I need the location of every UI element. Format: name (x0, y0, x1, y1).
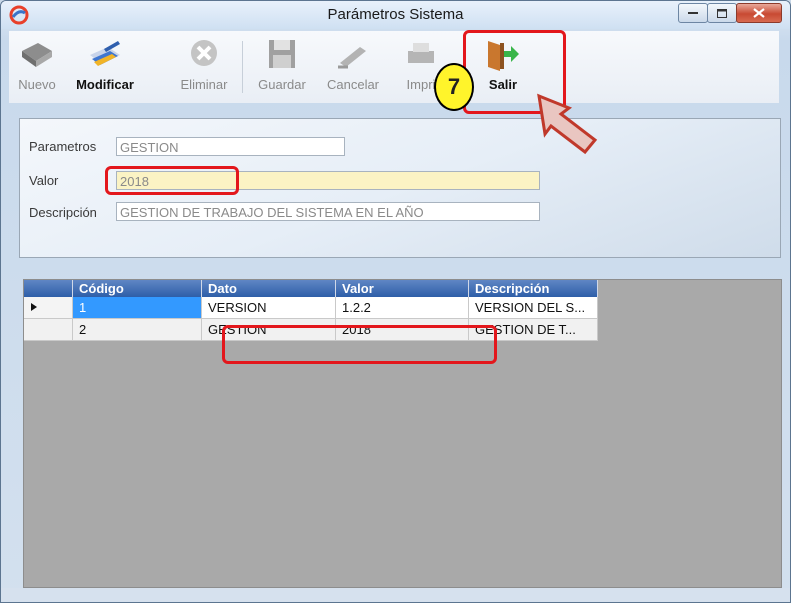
window-title: Parámetros Sistema (327, 6, 464, 23)
table-row[interactable]: 1 VERSION 1.2.2 VERSION DEL S... (24, 297, 598, 319)
column-header-valor[interactable]: Valor (335, 280, 469, 297)
column-header-codigo[interactable]: Código (72, 280, 202, 297)
book-icon (22, 43, 52, 67)
cell-codigo[interactable]: 2 (72, 318, 202, 341)
table-header-row: Código Dato Valor Descripción (24, 280, 598, 297)
cancel-pen-icon (338, 47, 366, 69)
column-header-descripcion[interactable]: Descripción (468, 280, 598, 297)
guardar-button[interactable]: Guardar (249, 35, 315, 99)
status-bar (1, 588, 790, 602)
minimize-icon (688, 12, 698, 14)
row-header-cell (24, 318, 73, 341)
parametros-label: Parametros (29, 139, 97, 154)
minimize-button[interactable] (678, 3, 708, 23)
row-header-cell (24, 280, 73, 297)
current-row-indicator (24, 297, 73, 319)
cell-descripcion[interactable]: VERSION DEL S... (468, 297, 598, 319)
save-disk-icon (269, 40, 295, 68)
parametros-field[interactable]: GESTION (116, 137, 345, 156)
close-button[interactable] (736, 3, 782, 23)
cell-codigo[interactable]: 1 (72, 297, 202, 319)
descripcion-label: Descripción (29, 205, 97, 220)
printer-icon (408, 43, 434, 63)
step-number-badge: 7 (434, 63, 474, 111)
column-header-dato[interactable]: Dato (201, 280, 336, 297)
cancelar-button[interactable]: Cancelar (319, 35, 387, 99)
nuevo-button[interactable]: Nuevo (7, 35, 67, 99)
gestion-row-highlight (222, 325, 497, 364)
title-bar: Parámetros Sistema (1, 1, 790, 29)
modificar-button[interactable]: Modificar (69, 35, 141, 99)
valor-highlight (105, 166, 239, 195)
edit-pen-icon (90, 41, 120, 66)
eliminar-button[interactable]: Eliminar (169, 35, 239, 99)
maximize-button[interactable] (707, 3, 737, 23)
descripcion-field[interactable]: GESTION DE TRABAJO DEL SISTEMA EN EL AÑO (116, 202, 540, 221)
cell-valor[interactable]: 1.2.2 (335, 297, 469, 319)
pointer-arrow-icon (537, 93, 598, 155)
row-pointer-icon (31, 303, 37, 311)
delete-x-icon (191, 40, 217, 66)
close-icon (753, 8, 765, 18)
cell-dato[interactable]: VERSION (201, 297, 336, 319)
toolbar: Nuevo Modificar Eliminar Guardar Cancela… (9, 31, 779, 103)
maximize-icon (717, 8, 727, 18)
valor-label: Valor (29, 173, 59, 188)
parametros-window: Parámetros Sistema Nuevo Modificar Elimi… (0, 0, 791, 603)
